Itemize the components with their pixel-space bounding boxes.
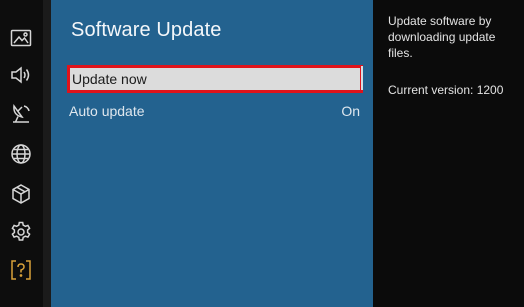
- network-icon[interactable]: [7, 140, 35, 168]
- sidebar: [0, 0, 43, 307]
- update-now-item[interactable]: Update now: [67, 65, 363, 93]
- settings-icon[interactable]: [7, 218, 35, 246]
- info-description: Update software by downloading update fi…: [388, 14, 496, 60]
- auto-update-item[interactable]: Auto update On: [67, 97, 363, 125]
- scroll-indicator: [361, 66, 363, 90]
- general-icon[interactable]: [7, 180, 35, 208]
- software-update-panel: Software Update Update now Auto update O…: [51, 0, 373, 307]
- support-icon[interactable]: [7, 256, 35, 284]
- panel-title: Software Update: [71, 19, 222, 41]
- current-version: Current version: 1200: [388, 83, 504, 97]
- picture-icon[interactable]: [7, 24, 35, 52]
- sound-icon[interactable]: [7, 61, 35, 89]
- sidebar-divider: [43, 0, 51, 307]
- broadcasting-icon[interactable]: [7, 100, 35, 128]
- info-panel: Update software by downloading update fi…: [388, 13, 522, 98]
- auto-update-value: On: [341, 103, 360, 119]
- auto-update-label: Auto update: [69, 103, 145, 119]
- update-now-label: Update now: [72, 71, 147, 87]
